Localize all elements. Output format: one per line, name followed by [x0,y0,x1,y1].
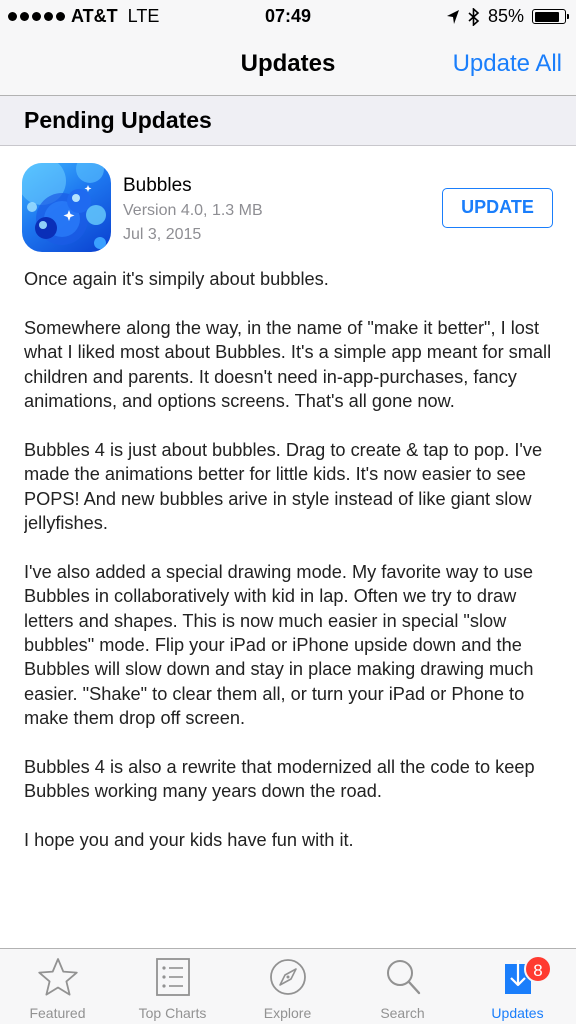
battery-level [534,11,560,22]
update-all-button[interactable]: Update All [453,50,562,78]
app-update-row[interactable]: Bubbles Version 4.0, 1.3 MB Jul 3, 2015 … [0,146,576,266]
tab-label: Search [380,1005,425,1021]
release-notes: Once again it's simpily about bubbles. S… [24,267,560,947]
bluetooth-icon [468,7,480,26]
tab-search[interactable]: Search [345,949,460,1024]
tab-label: Top Charts [138,1005,207,1021]
battery-percent: 85% [487,6,524,26]
release-note-paragraph: Bubbles 4 is just about bubbles. Drag to… [24,439,543,534]
bubbles-app-icon [22,163,111,252]
app-version: Version 4.0, 1.3 MB [123,202,263,219]
list-icon [156,958,190,996]
tab-explore[interactable]: Explore [230,949,345,1024]
updates-badge: 8 [524,955,552,983]
status-right: 85% [446,6,569,27]
tab-label: Explore [263,1005,312,1021]
tab-top-charts[interactable]: Top Charts [115,949,230,1024]
navigation-bar: Updates Update All [0,34,576,96]
tab-label: Updates [491,1005,544,1021]
tab-bar: Featured Top Charts Explore Search 8 Upd… [0,948,576,1024]
release-note-paragraph: Somewhere along the way, in the name of … [24,317,552,412]
status-bar: AT&T LTE 07:49 85% [0,0,576,34]
location-arrow-icon [446,9,459,24]
compass-icon [270,959,306,995]
release-note-paragraph: Bubbles 4 is also a rewrite that moderni… [24,757,535,802]
app-date: Jul 3, 2015 [123,226,202,243]
tab-featured[interactable]: Featured [0,949,115,1024]
search-icon [387,960,421,995]
update-button[interactable]: UPDATE [442,188,553,228]
section-title: Pending Updates [24,107,212,133]
release-note-paragraph: Once again it's simpily about bubbles. [24,269,329,289]
tab-updates[interactable]: 8 Updates [460,949,575,1024]
release-note-paragraph: I hope you and your kids have fun with i… [24,830,354,851]
battery-icon [532,9,569,24]
tab-label: Featured [29,1005,86,1021]
release-note-paragraph: I've also added a special drawing mode. … [24,561,534,729]
app-store-updates-screen: AT&T LTE 07:49 85% Updates Update All Pe… [0,0,576,1024]
star-icon [38,958,78,996]
app-name: Bubbles [123,175,192,196]
section-header: Pending Updates [0,96,576,146]
